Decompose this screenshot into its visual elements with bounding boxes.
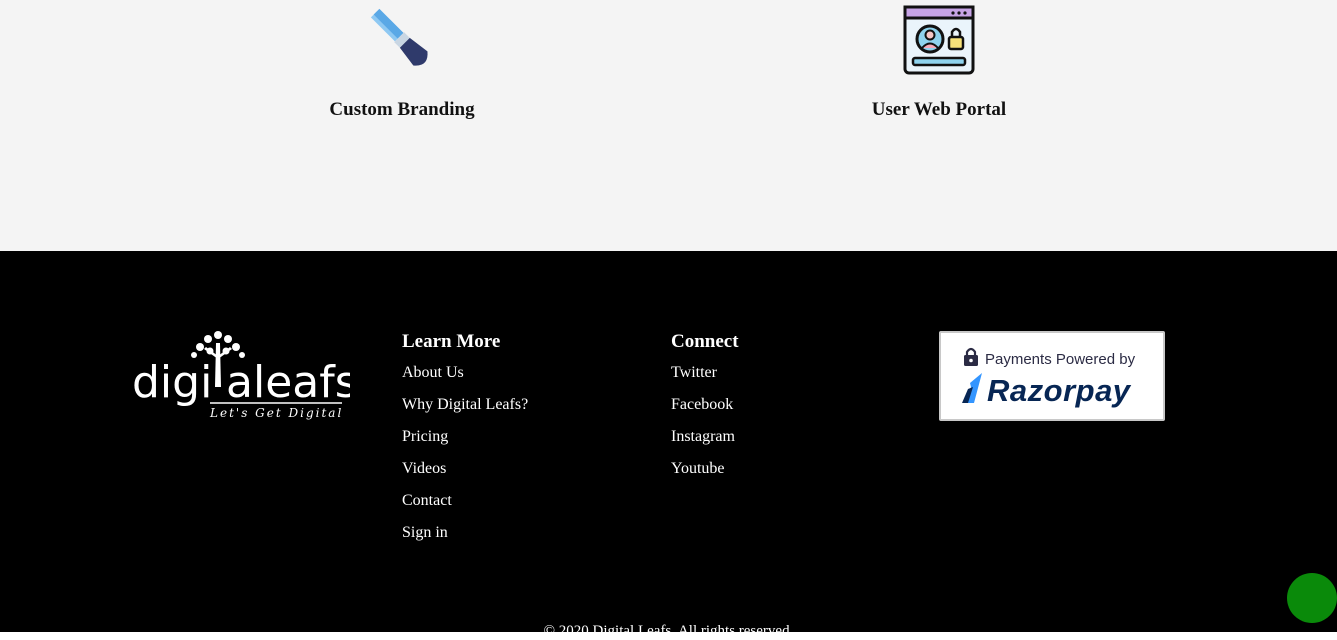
connect-heading: Connect: [671, 331, 739, 352]
learn-more-heading: Learn More: [402, 331, 501, 352]
footer-link-youtube[interactable]: Youtube: [671, 453, 739, 485]
feature-title: Custom Branding: [329, 99, 475, 120]
razorpay-badge[interactable]: Payments Powered by Razorpay: [939, 331, 1165, 421]
features-section: Custom Branding User Web Portal: [0, 0, 1337, 251]
footer-link-facebook[interactable]: Facebook: [671, 389, 739, 421]
footer-link-twitter[interactable]: Twitter: [671, 357, 739, 389]
chat-widget-button[interactable]: [1287, 573, 1337, 623]
user-portal-icon: [903, 5, 975, 75]
razorpay-brand-text: Razorpay: [987, 373, 1131, 408]
payments-powered-by-text: Payments Powered by: [985, 351, 1136, 368]
learn-more-column: Learn More About Us Why Digital Leafs? P…: [402, 331, 528, 549]
site-footer: digi aleafs Let's Get Digital Learn More…: [0, 251, 1337, 639]
lock-icon: [964, 347, 978, 366]
footer-link-videos[interactable]: Videos: [402, 453, 528, 485]
svg-text:digi: digi: [132, 357, 212, 408]
feature-title: User Web Portal: [871, 99, 1007, 120]
svg-text:Let's Get Digital: Let's Get Digital: [209, 406, 343, 420]
paint-brush-icon: [370, 8, 428, 66]
connect-column: Connect Twitter Facebook Instagram Youtu…: [671, 331, 739, 485]
razorpay-logo-icon: [962, 373, 982, 403]
digitaleafs-logo[interactable]: digi aleafs Let's Get Digital: [130, 329, 350, 425]
svg-text:aleafs: aleafs: [226, 357, 350, 408]
footer-link-instagram[interactable]: Instagram: [671, 421, 739, 453]
footer-link-pricing[interactable]: Pricing: [402, 421, 528, 453]
footer-link-sign-in[interactable]: Sign in: [402, 517, 528, 549]
footer-link-contact[interactable]: Contact: [402, 485, 528, 517]
footer-link-why-digital-leafs[interactable]: Why Digital Leafs?: [402, 389, 528, 421]
footer-link-about-us[interactable]: About Us: [402, 357, 528, 389]
